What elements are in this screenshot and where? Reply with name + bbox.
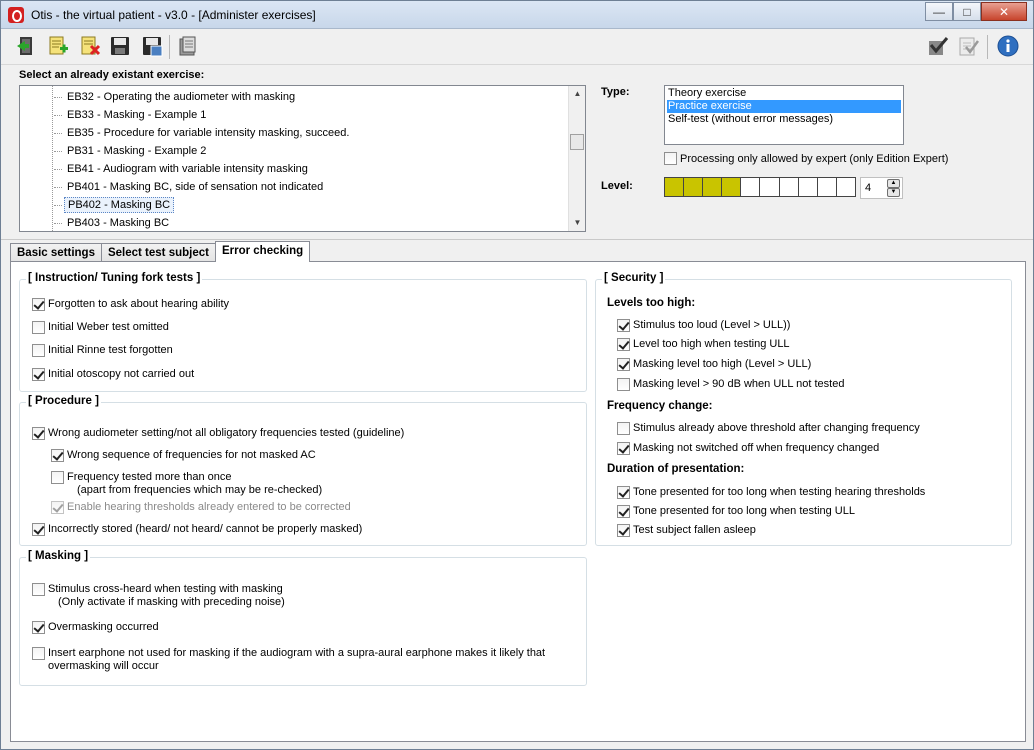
level-bar[interactable]: [664, 177, 856, 197]
tab-basic-settings[interactable]: Basic settings: [10, 243, 102, 262]
check-icon[interactable]: [925, 33, 951, 59]
type-label: Type:: [601, 86, 630, 98]
insert-earphone-option[interactable]: Insert earphone not used for masking if …: [32, 647, 545, 673]
type-option-practice[interactable]: Practice exercise: [667, 100, 901, 113]
masking-group: [ Masking ] Stimulus cross-heard when te…: [19, 550, 587, 686]
app-icon: [8, 7, 24, 23]
select-exercise-label: Select an already existant exercise:: [19, 69, 205, 81]
scroll-up-icon[interactable]: ▲: [569, 86, 585, 102]
test-subject-asleep-option[interactable]: Test subject fallen asleep: [617, 524, 756, 537]
tab-strip: Basic settings Select test subject Error…: [10, 241, 311, 262]
incorrectly-stored-option[interactable]: Incorrectly stored (heard/ not heard/ ca…: [32, 523, 362, 536]
type-option-self-test[interactable]: Self-test (without error messages): [667, 113, 901, 126]
new-exercise-icon[interactable]: [45, 33, 71, 59]
maximize-button[interactable]: □: [953, 2, 981, 21]
print-icon[interactable]: [175, 33, 201, 59]
tree-item[interactable]: PB31 - Masking - Example 2: [54, 142, 209, 160]
checklist-icon[interactable]: [955, 33, 981, 59]
level-value: 4: [865, 182, 872, 194]
scroll-down-icon[interactable]: ▼: [569, 215, 585, 231]
security-group: [ Security ] Levels too high: Stimulus t…: [595, 272, 1012, 546]
tree-scrollbar[interactable]: ▲ ▼: [568, 86, 585, 231]
levels-too-high-heading: Levels too high:: [607, 297, 696, 309]
title-bar: Otis - the virtual patient - v3.0 - [Adm…: [1, 1, 1033, 29]
tree-item-selected[interactable]: PB402 - Masking BC: [54, 196, 175, 214]
scroll-thumb[interactable]: [570, 134, 584, 150]
level-label: Level:: [601, 180, 633, 192]
info-icon[interactable]: [995, 33, 1021, 59]
error-checking-panel: [ Instruction/ Tuning fork tests ] Forgo…: [10, 261, 1026, 742]
weber-omitted-option[interactable]: Initial Weber test omitted: [32, 321, 169, 334]
delete-exercise-icon[interactable]: [77, 33, 103, 59]
tree-item[interactable]: EB35 - Procedure for variable intensity …: [54, 124, 352, 142]
save-as-icon[interactable]: [139, 33, 165, 59]
exercise-tree[interactable]: EB32 - Operating the audiometer with mas…: [19, 85, 586, 232]
expert-only-checkbox[interactable]: [664, 152, 677, 165]
tone-too-long-thresholds-option[interactable]: Tone presented for too long when testing…: [617, 486, 925, 499]
otoscopy-option[interactable]: Initial otoscopy not carried out: [32, 368, 194, 381]
tone-too-long-ull-option[interactable]: Tone presented for too long when testing…: [617, 505, 855, 518]
level-spinner[interactable]: 4 ▲ ▼: [860, 177, 903, 199]
wrong-sequence-option[interactable]: Wrong sequence of frequencies for not ma…: [51, 449, 316, 462]
minimize-button[interactable]: —: [925, 2, 953, 21]
level-too-high-ull-option[interactable]: Level too high when testing ULL: [617, 338, 790, 351]
expert-only-checkbox-row[interactable]: Processing only allowed by expert (only …: [664, 152, 948, 165]
toolbar: [1, 29, 1033, 65]
stimulus-too-loud-option[interactable]: Stimulus too loud (Level > ULL)): [617, 319, 790, 332]
tree-item[interactable]: EB41 - Audiogram with variable intensity…: [54, 160, 311, 178]
wrong-audiometer-setting-option[interactable]: Wrong audiometer setting/not all obligat…: [32, 427, 404, 440]
rinne-forgotten-option[interactable]: Initial Rinne test forgotten: [32, 344, 173, 357]
procedure-group-title: [ Procedure ]: [26, 395, 101, 407]
instruction-group-title: [ Instruction/ Tuning fork tests ]: [26, 272, 203, 284]
tab-error-checking[interactable]: Error checking: [214, 241, 311, 262]
expert-only-label: Processing only allowed by expert (only …: [680, 152, 949, 165]
save-icon[interactable]: [107, 33, 133, 59]
tree-item[interactable]: EB33 - Masking - Example 1: [54, 106, 209, 124]
tree-item[interactable]: EB32 - Operating the audiometer with mas…: [54, 88, 298, 106]
type-listbox[interactable]: Theory exercise Practice exercise Self-t…: [664, 85, 904, 145]
procedure-group: [ Procedure ] Wrong audiometer setting/n…: [19, 395, 587, 546]
overmasking-option[interactable]: Overmasking occurred: [32, 621, 159, 634]
forgotten-hearing-ability-option[interactable]: Forgotten to ask about hearing ability: [32, 298, 229, 311]
type-option-theory[interactable]: Theory exercise: [667, 87, 901, 100]
tree-item[interactable]: PB401 - Masking BC, side of sensation no…: [54, 178, 326, 196]
security-group-title: [ Security ]: [602, 272, 666, 284]
masking-group-title: [ Masking ]: [26, 550, 91, 562]
window-title: Otis - the virtual patient - v3.0 - [Adm…: [31, 8, 316, 22]
main-window: Otis - the virtual patient - v3.0 - [Adm…: [0, 0, 1034, 750]
stimulus-above-threshold-option[interactable]: Stimulus already above threshold after c…: [617, 422, 920, 435]
enable-threshold-correction-option: Enable hearing thresholds already entere…: [51, 501, 351, 514]
level-up-icon[interactable]: ▲: [887, 179, 900, 188]
masking-level-90db-option[interactable]: Masking level > 90 dB when ULL not teste…: [617, 378, 844, 391]
close-button[interactable]: ✕: [981, 2, 1027, 21]
level-down-icon[interactable]: ▼: [887, 188, 900, 197]
duration-heading: Duration of presentation:: [607, 463, 745, 475]
frequency-tested-twice-option[interactable]: Frequency tested more than once (apart fr…: [51, 471, 322, 497]
tree-item[interactable]: PB403 - Masking BC: [54, 214, 172, 231]
masking-not-switched-off-option[interactable]: Masking not switched off when frequency …: [617, 442, 879, 455]
tab-select-test-subject[interactable]: Select test subject: [100, 243, 216, 262]
instruction-group: [ Instruction/ Tuning fork tests ] Forgo…: [19, 272, 587, 392]
exit-icon[interactable]: [13, 33, 39, 59]
masking-level-too-high-option[interactable]: Masking level too high (Level > ULL): [617, 358, 811, 371]
cross-heard-option[interactable]: Stimulus cross-heard when testing with m…: [32, 583, 285, 609]
frequency-change-heading: Frequency change:: [607, 400, 713, 412]
